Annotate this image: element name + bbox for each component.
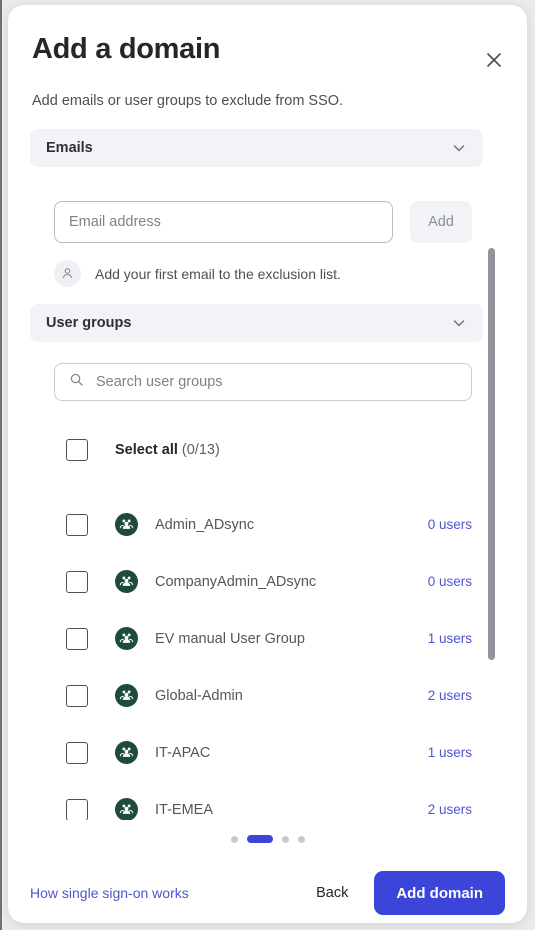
modal-subtitle: Add emails or user groups to exclude fro… <box>32 93 344 109</box>
table-row[interactable]: IT-APAC 1 users <box>8 724 527 781</box>
scrollbar-thumb[interactable] <box>488 248 495 660</box>
select-all-text: Select all <box>115 442 178 458</box>
table-row[interactable]: IT-EMEA 2 users <box>8 781 527 820</box>
section-label-user-groups: User groups <box>46 315 132 331</box>
user-group-icon <box>115 741 138 764</box>
user-group-icon <box>115 684 138 707</box>
group-checkbox[interactable] <box>66 513 88 536</box>
email-entry-row: Add <box>54 201 472 243</box>
pagination-dot[interactable] <box>297 835 305 843</box>
modal-footer: How single sign-on works Back Add domain <box>8 863 527 923</box>
person-icon <box>54 260 81 287</box>
table-row[interactable]: Global-Admin 2 users <box>8 667 527 724</box>
group-user-count[interactable]: 2 users <box>428 802 472 817</box>
chevron-down-icon <box>451 315 467 331</box>
group-user-count[interactable]: 0 users <box>428 517 472 532</box>
user-group-icon <box>115 513 138 536</box>
section-label-emails: Emails <box>46 140 93 156</box>
add-domain-button[interactable]: Add domain <box>374 871 505 915</box>
group-user-count[interactable]: 2 users <box>428 688 472 703</box>
user-group-icon <box>115 798 138 820</box>
email-empty-state-text: Add your first email to the exclusion li… <box>95 265 341 282</box>
how-sso-works-link[interactable]: How single sign-on works <box>30 885 189 901</box>
search-user-groups-box[interactable] <box>54 363 472 401</box>
group-checkbox[interactable] <box>66 798 88 820</box>
group-checkbox[interactable] <box>66 684 88 707</box>
group-user-count[interactable]: 1 users <box>428 745 472 760</box>
group-name: CompanyAdmin_ADsync <box>155 573 317 590</box>
table-row[interactable]: EV manual User Group 1 users <box>8 610 527 667</box>
email-empty-state: Add your first email to the exclusion li… <box>54 260 341 287</box>
table-row[interactable]: CompanyAdmin_ADsync 0 users <box>8 553 527 610</box>
chevron-down-icon <box>451 140 467 156</box>
group-user-count[interactable]: 1 users <box>428 631 472 646</box>
user-group-icon <box>115 627 138 650</box>
group-name: IT-APAC <box>155 744 211 761</box>
group-name: Admin_ADsync <box>155 516 255 533</box>
add-domain-modal: Add a domain Add emails or user groups t… <box>8 5 527 923</box>
back-button[interactable]: Back <box>312 879 352 907</box>
group-checkbox[interactable] <box>66 627 88 650</box>
select-all-row[interactable]: Select all (0/13) <box>66 439 220 461</box>
user-group-icon <box>115 570 138 593</box>
pagination-dot[interactable] <box>230 835 238 843</box>
pagination-dot[interactable] <box>246 835 273 843</box>
group-name: IT-EMEA <box>155 801 214 818</box>
section-header-emails[interactable]: Emails <box>30 129 483 167</box>
select-all-label: Select all (0/13) <box>115 442 220 458</box>
scrollbar[interactable] <box>488 240 495 665</box>
page-title: Add a domain <box>32 33 221 65</box>
group-name: Global-Admin <box>155 687 243 704</box>
group-name: EV manual User Group <box>155 630 305 647</box>
close-icon[interactable] <box>479 45 509 75</box>
email-field[interactable] <box>54 201 393 243</box>
select-all-count: (0/13) <box>181 442 220 458</box>
add-email-button[interactable]: Add <box>410 201 472 243</box>
select-all-checkbox[interactable] <box>66 439 88 461</box>
modal-body: Emails Add Add your first email to the e… <box>8 120 527 820</box>
section-header-user-groups[interactable]: User groups <box>30 304 483 342</box>
footer-actions: Back Add domain <box>312 871 505 915</box>
pagination-dot[interactable] <box>281 835 289 843</box>
group-checkbox[interactable] <box>66 741 88 764</box>
group-user-count[interactable]: 0 users <box>428 574 472 589</box>
user-group-list: Admin_ADsync 0 users CompanyAdmin_ADsync 0 … <box>8 496 527 820</box>
search-input[interactable] <box>94 373 457 391</box>
search-icon <box>69 372 84 392</box>
table-row[interactable]: Admin_ADsync 0 users <box>8 496 527 553</box>
group-checkbox[interactable] <box>66 570 88 593</box>
pagination-dots <box>8 835 527 843</box>
